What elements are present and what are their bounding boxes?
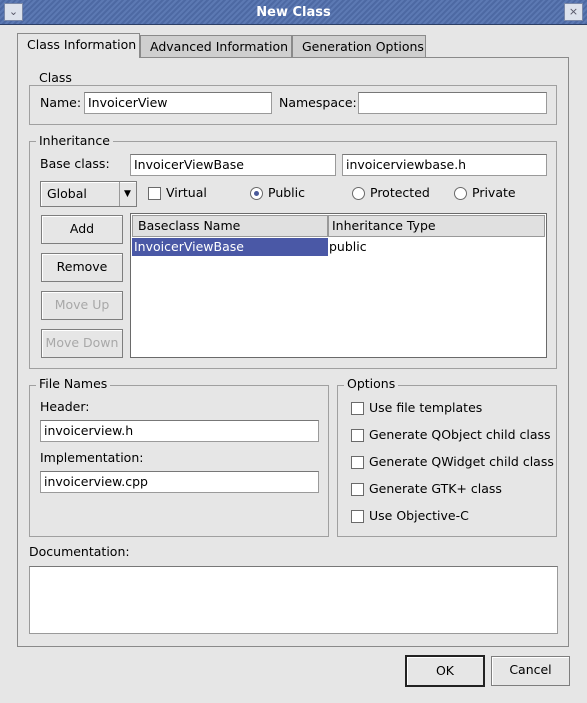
close-button[interactable]: × <box>564 3 583 21</box>
cancel-button[interactable]: Cancel <box>491 656 570 686</box>
option-label: Use Objective-C <box>369 508 469 523</box>
tab-label: Generation Options <box>302 39 424 54</box>
remove-button[interactable]: Remove <box>41 253 123 282</box>
namespace-label: Namespace: <box>279 95 357 110</box>
documentation-textarea[interactable] <box>29 566 558 634</box>
cell-baseclass-name: InvoicerViewBase <box>132 238 328 256</box>
inheritance-group-title: Inheritance <box>36 134 113 148</box>
class-group-title: Class <box>36 71 75 85</box>
protected-radio[interactable] <box>352 187 365 200</box>
tab-advanced-information[interactable]: Advanced Information <box>140 35 292 58</box>
title-bar: New Class <box>0 0 587 25</box>
divider <box>119 182 120 206</box>
namespace-input[interactable] <box>358 92 547 114</box>
tab-generation-options[interactable]: Generation Options <box>292 35 426 58</box>
move-up-button[interactable]: Move Up <box>41 291 123 320</box>
name-label: Name: <box>40 95 82 110</box>
header-label: Header: <box>40 399 90 414</box>
tab-class-information[interactable]: Class Information <box>17 33 140 58</box>
chevron-down-icon: ⌄ <box>8 5 19 18</box>
table-row[interactable]: InvoicerViewBase public <box>132 238 546 256</box>
cell-inheritance-type: public <box>329 239 367 254</box>
virtual-checkbox[interactable] <box>148 187 161 200</box>
ok-button[interactable]: OK <box>405 655 485 687</box>
public-label: Public <box>268 185 305 200</box>
column-header-inheritance-type[interactable]: Inheritance Type <box>328 215 545 237</box>
use-objective-c-checkbox[interactable] <box>351 510 364 523</box>
column-header-baseclass-name[interactable]: Baseclass Name <box>132 215 328 237</box>
use-file-templates-checkbox[interactable] <box>351 402 364 415</box>
generate-qwidget-checkbox[interactable] <box>351 456 364 469</box>
scope-select-value: Global <box>47 186 87 201</box>
option-label: Generate QWidget child class <box>369 454 554 469</box>
window-title: New Class <box>256 5 331 20</box>
chevron-down-icon: ▼ <box>124 189 131 199</box>
window-menu-button[interactable]: ⌄ <box>4 3 23 21</box>
close-icon: × <box>568 5 579 18</box>
option-label: Use file templates <box>369 400 483 415</box>
base-class-label: Base class: <box>40 156 110 171</box>
protected-label: Protected <box>370 185 430 200</box>
virtual-label: Virtual <box>166 185 207 200</box>
private-radio[interactable] <box>454 187 467 200</box>
generate-gtk-checkbox[interactable] <box>351 483 364 496</box>
name-input[interactable]: InvoicerView <box>84 92 272 114</box>
scope-select[interactable]: Global ▼ <box>40 181 137 207</box>
tab-label: Class Information <box>27 37 137 52</box>
add-button[interactable]: Add <box>41 215 123 244</box>
baseclass-list[interactable]: Baseclass Name Inheritance Type Invoicer… <box>130 213 547 358</box>
generate-qobject-checkbox[interactable] <box>351 429 364 442</box>
base-header-input[interactable]: invoicerviewbase.h <box>342 154 547 176</box>
header-input[interactable]: invoicerview.h <box>40 420 319 442</box>
file-names-group-title: File Names <box>36 377 111 391</box>
move-down-button[interactable]: Move Down <box>41 329 123 358</box>
implementation-label: Implementation: <box>40 450 144 465</box>
option-label: Generate GTK+ class <box>369 481 502 496</box>
implementation-input[interactable]: invoicerview.cpp <box>40 471 319 493</box>
base-class-input[interactable]: InvoicerViewBase <box>130 154 336 176</box>
tab-label: Advanced Information <box>150 39 289 54</box>
options-group-title: Options <box>344 377 399 391</box>
documentation-label: Documentation: <box>29 544 130 559</box>
private-label: Private <box>472 185 516 200</box>
public-radio[interactable] <box>250 187 263 200</box>
option-label: Generate QObject child class <box>369 427 551 442</box>
